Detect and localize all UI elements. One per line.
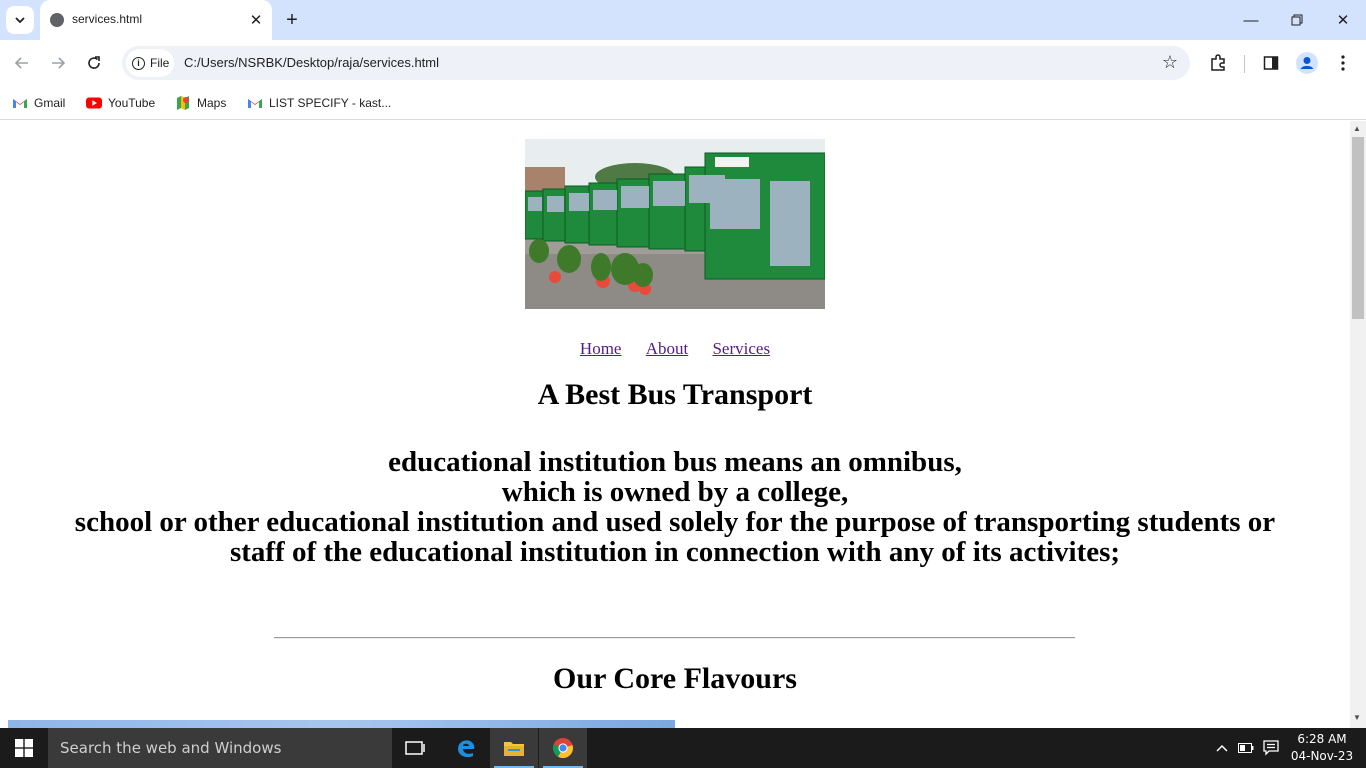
- section-heading: Our Core Flavours: [553, 662, 797, 695]
- new-tab-button[interactable]: +: [280, 8, 304, 32]
- avatar-icon: [1296, 52, 1318, 74]
- bus-photo-illustration: [525, 139, 825, 309]
- page-heading: A Best Bus Transport: [537, 378, 813, 411]
- show-hidden-icons[interactable]: [1212, 728, 1232, 768]
- gmail-icon: [13, 99, 27, 108]
- restore-icon: [1291, 14, 1303, 26]
- task-view-button[interactable]: [392, 728, 440, 768]
- arrow-left-icon: [14, 57, 28, 69]
- side-panel-button[interactable]: [1259, 51, 1283, 75]
- maps-icon: [177, 96, 189, 110]
- windows-logo-icon: [15, 739, 33, 757]
- site-info-chip[interactable]: i File: [126, 49, 174, 77]
- bookmark-star-icon[interactable]: ☆: [1162, 52, 1178, 73]
- browser-toolbar: i File C:/Users/NSRBK/Desktop/raja/servi…: [0, 40, 1366, 86]
- notification-icon: [1263, 740, 1279, 756]
- nav-link-home[interactable]: Home: [580, 339, 622, 358]
- menu-button[interactable]: [1331, 51, 1355, 75]
- reload-icon: [88, 56, 100, 69]
- url-text[interactable]: C:/Users/NSRBK/Desktop/raja/services.htm…: [184, 55, 439, 70]
- tab-title: services.html: [72, 12, 143, 26]
- close-window-button[interactable]: ✕: [1326, 6, 1360, 34]
- clock-date: 04-Nov-23: [1290, 749, 1354, 763]
- arrow-right-icon: [52, 57, 66, 69]
- description-line: which is owned by a college,: [501, 476, 849, 508]
- bookmark-gmail[interactable]: Gmail: [12, 92, 65, 114]
- side-panel-icon: [1263, 56, 1279, 70]
- close-tab-icon[interactable]: ✕: [246, 10, 266, 30]
- chevron-up-icon: [1216, 744, 1228, 752]
- description-line: staff of the educational institution in …: [229, 536, 1121, 568]
- bookmarks-bar: Gmail YouTube Maps LIST SPECIFY - kast..…: [0, 86, 1366, 120]
- horizontal-rule: [274, 637, 1075, 639]
- taskbar-clock[interactable]: 6:28 AM 04-Nov-23: [1290, 731, 1354, 765]
- edge-app[interactable]: [442, 728, 490, 768]
- bookmark-label: LIST SPECIFY - kast...: [269, 96, 392, 110]
- restore-button[interactable]: [1280, 6, 1314, 34]
- clock-time: 6:28 AM: [1297, 732, 1347, 746]
- profile-button[interactable]: [1295, 51, 1319, 75]
- battery-icon: [1238, 743, 1254, 753]
- info-icon: i: [132, 57, 145, 70]
- start-button[interactable]: [0, 728, 48, 768]
- bus-fleet-image: [525, 139, 825, 309]
- taskbar-search-placeholder: Search the web and Windows: [60, 739, 282, 757]
- description-line: educational institution bus means an omn…: [388, 446, 962, 478]
- youtube-icon: [86, 97, 102, 109]
- bookmark-list-specify[interactable]: LIST SPECIFY - kast...: [247, 92, 391, 114]
- file-explorer-app[interactable]: [490, 728, 538, 768]
- scroll-up-icon[interactable]: ▲: [1353, 124, 1361, 133]
- chrome-icon: [552, 738, 573, 759]
- site-nav: Home About Services: [0, 339, 1350, 359]
- nav-link-about[interactable]: About: [646, 339, 689, 358]
- reload-button[interactable]: [81, 50, 107, 76]
- edge-icon: [458, 740, 475, 758]
- active-tab[interactable]: services.html ✕: [40, 0, 272, 40]
- service-description: educational institution bus means an omn…: [8, 447, 1342, 567]
- bookmark-youtube[interactable]: YouTube: [86, 92, 155, 114]
- scroll-down-icon[interactable]: ▼: [1353, 713, 1361, 722]
- gmail-icon: [248, 99, 262, 108]
- more-vertical-icon: [1341, 55, 1345, 71]
- bookmark-maps[interactable]: Maps: [175, 92, 226, 114]
- extensions-button[interactable]: [1206, 51, 1230, 75]
- toolbar-divider: [1244, 55, 1245, 73]
- globe-icon: [50, 13, 64, 27]
- page-scrollbar[interactable]: ▲ ▼: [1350, 121, 1366, 728]
- battery-status[interactable]: [1236, 728, 1256, 768]
- address-bar[interactable]: i File C:/Users/NSRBK/Desktop/raja/servi…: [122, 46, 1190, 80]
- back-button[interactable]: [9, 50, 35, 76]
- tab-strip: services.html ✕ + — ✕: [0, 0, 1366, 40]
- folder-icon: [504, 742, 524, 756]
- core-flavours-image: [8, 720, 675, 728]
- puzzle-icon: [1211, 54, 1225, 71]
- site-info-label: File: [150, 56, 170, 70]
- task-view-icon: [405, 741, 425, 755]
- page-viewport: Home About Services A Best Bus Transport…: [0, 121, 1350, 728]
- chrome-app[interactable]: [539, 728, 587, 768]
- nav-link-services[interactable]: Services: [712, 339, 770, 358]
- taskbar-search-box[interactable]: Search the web and Windows: [48, 728, 392, 768]
- forward-button[interactable]: [45, 50, 71, 76]
- minimize-button[interactable]: —: [1234, 6, 1268, 34]
- windows-taskbar: Search the web and Windows 6:28 AM 04-No…: [0, 728, 1366, 768]
- bookmark-label: YouTube: [108, 96, 156, 110]
- bookmark-label: Maps: [197, 96, 227, 110]
- action-center[interactable]: [1260, 728, 1282, 768]
- chevron-down-icon: [15, 17, 25, 24]
- tab-search-button[interactable]: [6, 6, 34, 34]
- scrollbar-thumb[interactable]: [1352, 137, 1364, 319]
- bookmark-label: Gmail: [34, 96, 66, 110]
- description-line: school or other educational institution …: [74, 506, 1276, 538]
